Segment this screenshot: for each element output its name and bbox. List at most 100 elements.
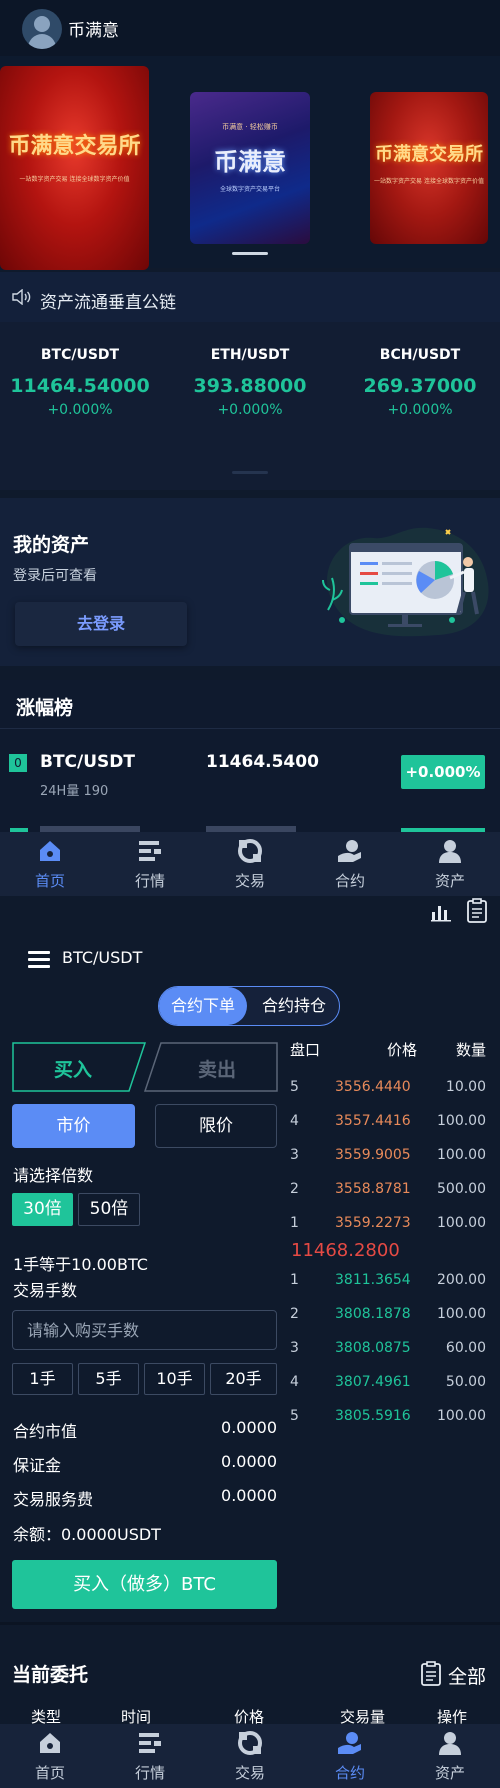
tab-label: 首页 <box>34 1764 65 1782</box>
ask-row[interactable]: 2 3558.8781 500.00 <box>290 1181 486 1215</box>
banner-card-title: 币满意交易所 <box>8 133 141 159</box>
bid-qty: 100.00 <box>437 1306 486 1322</box>
ask-row[interactable]: 4 3557.4416 100.00 <box>290 1113 486 1147</box>
ticker-pair: BTC/USDT <box>40 347 120 363</box>
home-icon <box>40 841 60 861</box>
bid-level: 3 <box>290 1340 299 1356</box>
bid-qty: 200.00 <box>437 1272 486 1288</box>
buy-tab[interactable]: 买入 <box>12 1042 146 1092</box>
tab-contract-order[interactable]: 合约下单 <box>159 987 247 1025</box>
summary-row: 保证金 0.0000 <box>13 1452 277 1476</box>
tab-label: 交易 <box>234 1764 265 1782</box>
leverage-50x[interactable]: 50倍 <box>78 1193 140 1226</box>
sell-tab[interactable]: 卖出 <box>144 1042 278 1092</box>
buy-long-button[interactable]: 买入（做多）BTC <box>12 1560 277 1609</box>
banner-card[interactable]: 币满意交易所 一站数字资产交易 连接全球数字资产价值 <box>370 92 488 244</box>
bid-price: 3808.0875 <box>335 1340 411 1356</box>
bid-qty: 60.00 <box>445 1340 486 1356</box>
lot-10-button[interactable]: 10手 <box>144 1363 205 1395</box>
trade-icon <box>238 1731 262 1755</box>
ask-price: 3559.2273 <box>335 1215 411 1231</box>
tab-trade[interactable]: 交易 <box>200 832 300 896</box>
ask-price: 3556.4440 <box>335 1079 411 1095</box>
tab-market[interactable]: 行情 <box>100 832 200 896</box>
banner-card-title: 币满意交易所 <box>375 144 483 165</box>
banner-card[interactable]: 币满意交易所 一站数字资产交易 连接全球数字资产价值 <box>0 66 149 270</box>
ask-qty: 100.00 <box>437 1147 486 1163</box>
notice-text: 资产流通垂直公链 <box>40 293 176 313</box>
banner-card[interactable]: 币满意 · 轻松赚币 币满意 全球数字资产交易平台 <box>190 92 310 244</box>
ask-price: 3558.8781 <box>335 1181 411 1197</box>
lot-1-button[interactable]: 1手 <box>12 1363 73 1395</box>
contract-pair[interactable]: BTC/USDT <box>62 948 142 967</box>
banner-card-subtitle: 全球数字资产交易平台 <box>219 186 280 193</box>
tab-assets[interactable]: 资产 <box>400 832 500 896</box>
gainers-title: 涨幅榜 <box>16 697 74 719</box>
bid-price: 3808.1878 <box>335 1306 411 1322</box>
tab-home[interactable]: 首页 <box>0 832 100 896</box>
speaker-icon <box>12 289 31 305</box>
ticker-price: 269.37000 <box>363 375 477 397</box>
tab-home[interactable]: 首页 <box>0 1724 100 1788</box>
tab-label: 行情 <box>134 1764 165 1782</box>
tab-label: 交易 <box>234 872 265 890</box>
tab-label: 合约 <box>334 872 365 890</box>
tab-market[interactable]: 行情 <box>100 1724 200 1788</box>
gainer-volume: 24H量 190 <box>40 784 109 799</box>
ticker-card[interactable]: ETH/USDT 393.88000 +0.000% <box>170 347 330 418</box>
gainer-change-badge[interactable]: +0.000% <box>401 755 485 789</box>
chart-icon[interactable] <box>430 900 452 922</box>
ticker-change: +0.000% <box>47 402 113 418</box>
limit-order-button[interactable]: 限价 <box>155 1104 277 1148</box>
tab-label: 资产 <box>434 872 465 890</box>
app-root: { "header": {"brand": "币满意"}, "banner": … <box>0 0 500 1788</box>
avatar[interactable] <box>22 9 62 49</box>
ask-qty: 100.00 <box>437 1113 486 1129</box>
orders-icon[interactable] <box>466 898 488 924</box>
ask-qty: 10.00 <box>445 1079 486 1095</box>
all-orders-link[interactable]: 全部 <box>448 1662 486 1689</box>
assets-illustration <box>322 527 489 637</box>
summary-label: 合约市值 <box>13 1422 78 1441</box>
tab-contract[interactable]: 合约 <box>300 1724 400 1788</box>
bid-row[interactable]: 1 3811.3654 200.00 <box>290 1272 486 1306</box>
ticker-card[interactable]: BTC/USDT 11464.54000 +0.000% <box>0 347 160 418</box>
bid-row[interactable]: 4 3807.4961 50.00 <box>290 1374 486 1408</box>
lot-20-button[interactable]: 20手 <box>210 1363 277 1395</box>
last-price: 11468.2800 <box>291 1240 400 1261</box>
ticker-change: +0.000% <box>217 402 283 418</box>
bid-qty: 50.00 <box>445 1374 486 1390</box>
summary-row: 交易服务费 0.0000 <box>13 1486 277 1510</box>
login-button[interactable]: 去登录 <box>15 602 187 646</box>
summary-value: 0.0000 <box>221 1418 277 1437</box>
market-order-button[interactable]: 市价 <box>12 1104 135 1148</box>
market-icon <box>139 841 161 861</box>
ticker-card[interactable]: BCH/USDT 269.37000 +0.000% <box>340 347 500 418</box>
orderbook-header-level: 盘口 <box>290 1041 321 1059</box>
tab-assets[interactable]: 资产 <box>400 1724 500 1788</box>
lot-input[interactable] <box>12 1310 277 1350</box>
carousel-indicator[interactable] <box>232 252 268 255</box>
bid-row[interactable]: 5 3805.5916 100.00 <box>290 1408 486 1442</box>
tab-trade[interactable]: 交易 <box>200 1724 300 1788</box>
bid-row[interactable]: 3 3808.0875 60.00 <box>290 1340 486 1374</box>
gainer-pair[interactable]: BTC/USDT <box>40 752 135 772</box>
tab-label: 首页 <box>34 872 65 890</box>
ask-row[interactable]: 5 3556.4440 10.00 <box>290 1079 486 1113</box>
banner-carousel[interactable]: 币满意交易所 一站数字资产交易 连接全球数字资产价值 币满意 · 轻松赚币 币满… <box>0 56 500 270</box>
bid-price: 3805.5916 <box>335 1408 411 1424</box>
leverage-30x[interactable]: 30倍 <box>12 1193 73 1226</box>
sell-tab-label: 卖出 <box>197 1059 236 1081</box>
contract-icon <box>338 840 361 862</box>
lot-5-button[interactable]: 5手 <box>78 1363 139 1395</box>
tab-contract-position[interactable]: 合约持仓 <box>253 987 335 1025</box>
clipboard-icon[interactable] <box>420 1661 442 1687</box>
summary-label: 交易服务费 <box>13 1490 94 1509</box>
tab-contract[interactable]: 合约 <box>300 832 400 896</box>
banner-card-subtitle: 一站数字资产交易 连接全球数字资产价值 <box>19 176 130 183</box>
bid-level: 4 <box>290 1374 299 1390</box>
menu-icon[interactable] <box>28 951 50 969</box>
bid-row[interactable]: 2 3808.1878 100.00 <box>290 1306 486 1340</box>
ticker-price: 11464.54000 <box>10 375 150 397</box>
ask-row[interactable]: 3 3559.9005 100.00 <box>290 1147 486 1181</box>
